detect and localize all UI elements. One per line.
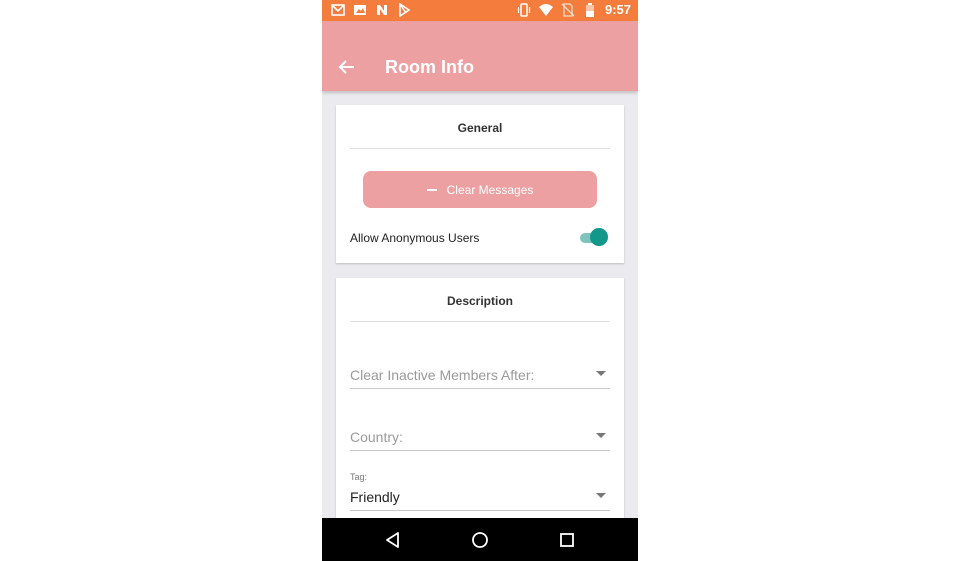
chevron-down-icon (596, 493, 606, 498)
description-divider (350, 321, 610, 322)
navigation-bar (322, 518, 638, 561)
home-circle-icon[interactable] (470, 530, 490, 550)
image-icon (354, 5, 366, 15)
field-underline (350, 388, 610, 389)
arrow-left-icon[interactable] (338, 58, 356, 76)
play-store-icon (399, 3, 411, 17)
battery-icon (585, 3, 594, 17)
page-title: Room Info (385, 57, 474, 77)
status-bar: 9:57 (322, 0, 638, 21)
country-placeholder: Country: (350, 429, 403, 445)
status-bar-left (331, 3, 411, 17)
n-icon (377, 5, 387, 15)
no-sim-icon (561, 3, 575, 17)
tag-value: Friendly (350, 489, 400, 505)
tag-dropdown[interactable]: Tag: Friendly (350, 472, 610, 512)
chevron-down-icon (596, 371, 606, 376)
general-divider (350, 148, 610, 149)
field-underline (350, 510, 610, 511)
vibrate-icon (517, 3, 531, 17)
general-card-title: General (457, 121, 503, 135)
tag-label: Tag: (350, 472, 368, 482)
clear-inactive-placeholder: Clear Inactive Members After: (350, 367, 535, 383)
chevron-down-icon (596, 433, 606, 438)
gmail-icon (331, 4, 345, 16)
status-time: 9:57 (604, 2, 631, 17)
clear-messages-button[interactable]: Clear Messages (363, 171, 597, 208)
description-card-title: Description (446, 294, 513, 308)
country-dropdown[interactable]: Country: (350, 420, 610, 452)
general-card: General Clear Messages Allow Anonymous U… (336, 105, 624, 263)
description-card: Description Clear Inactive Members After… (336, 278, 624, 538)
app-bar: Room Info (322, 21, 638, 91)
clear-messages-label: Clear Messages (446, 182, 534, 197)
back-triangle-icon[interactable] (383, 530, 403, 550)
status-bar-right: 9:57 (517, 3, 631, 17)
allow-anonymous-label: Allow Anonymous Users (350, 231, 480, 245)
field-underline (350, 450, 610, 451)
phone-screen: 9:57 Room Info General Clear Messages Al… (322, 0, 638, 561)
toggle-thumb (590, 228, 608, 246)
clear-inactive-dropdown[interactable]: Clear Inactive Members After: (350, 358, 610, 390)
wifi-icon (538, 4, 553, 16)
allow-anonymous-toggle[interactable] (580, 228, 608, 246)
recents-square-icon[interactable] (557, 530, 577, 550)
minus-icon (426, 188, 437, 191)
